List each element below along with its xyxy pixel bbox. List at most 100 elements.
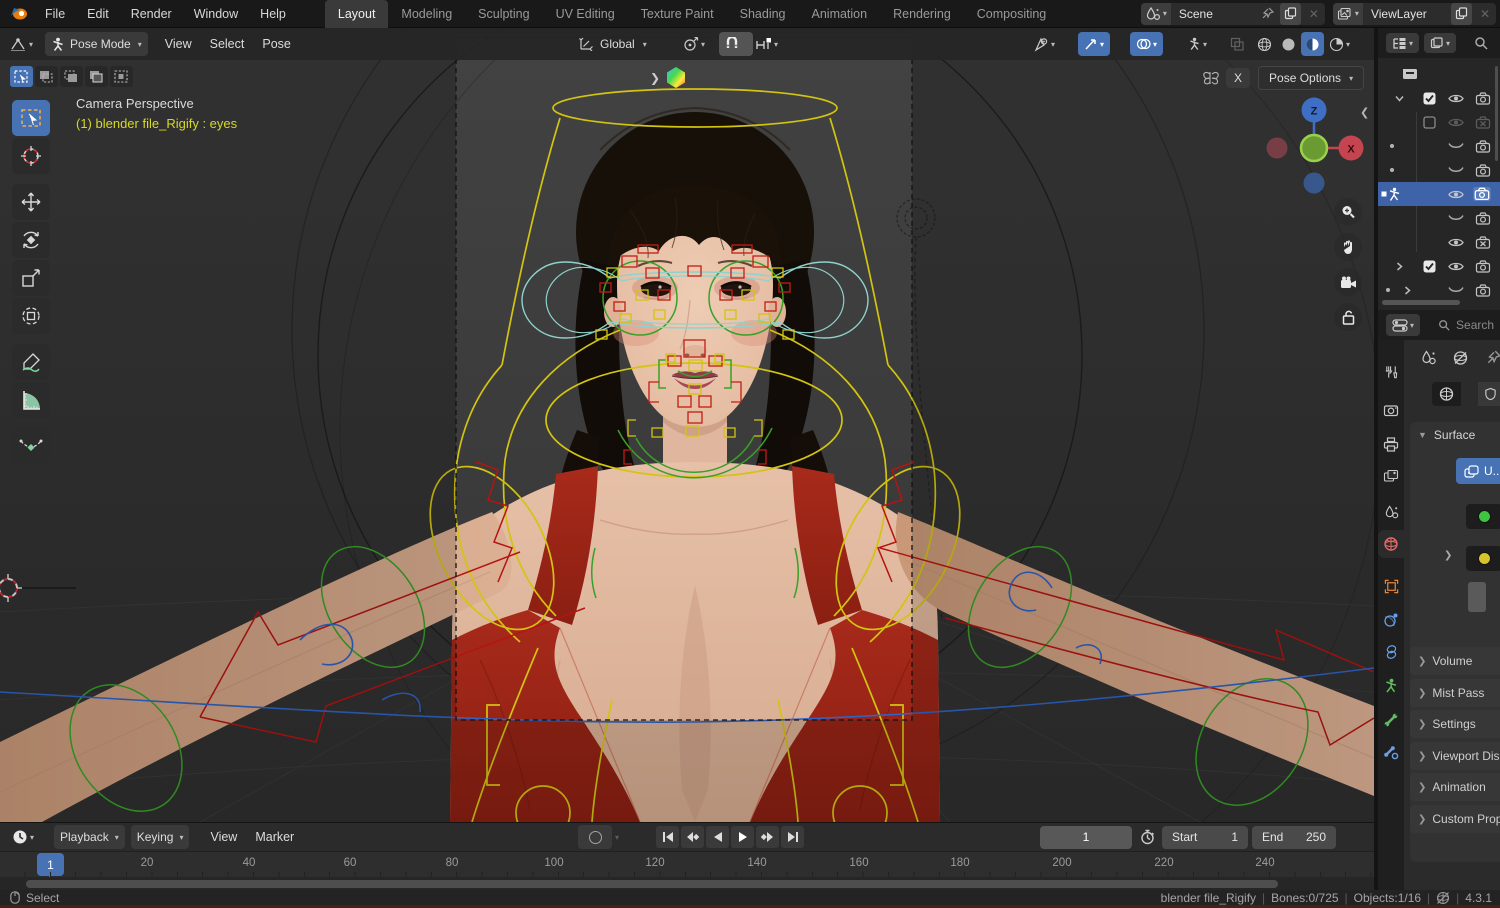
armature-icon[interactable] bbox=[1388, 186, 1401, 202]
chk-off-icon[interactable] bbox=[1423, 114, 1436, 130]
eye-icon[interactable] bbox=[1448, 186, 1464, 202]
chev-right-icon[interactable] bbox=[1402, 282, 1413, 298]
timeline-marker-menu[interactable]: Marker bbox=[246, 830, 303, 844]
toggle-xray[interactable] bbox=[1224, 32, 1251, 56]
snap-toggle[interactable] bbox=[719, 32, 753, 56]
outliner-row[interactable] bbox=[1378, 134, 1500, 158]
tab-bone-icon[interactable] bbox=[1378, 706, 1404, 734]
show-gizmos-toggle[interactable]: ▾ bbox=[1078, 32, 1111, 56]
tab-compositing[interactable]: Compositing bbox=[964, 0, 1059, 28]
cam-x-dim-icon[interactable] bbox=[1475, 114, 1491, 130]
menu-help[interactable]: Help bbox=[249, 7, 297, 21]
tab-physics-icon[interactable] bbox=[1378, 606, 1404, 634]
tab-layout[interactable]: Layout bbox=[324, 0, 389, 28]
eye-icon[interactable] bbox=[1448, 234, 1464, 250]
menu-window[interactable]: Window bbox=[183, 7, 249, 21]
shading-wireframe[interactable] bbox=[1253, 32, 1276, 56]
tool-measure[interactable] bbox=[12, 382, 50, 418]
pin-icon[interactable] bbox=[1257, 7, 1278, 20]
panel-animation[interactable]: ❯ Animation bbox=[1410, 773, 1500, 801]
unlink-scene-icon[interactable]: ✕ bbox=[1303, 7, 1325, 21]
tab-rendering[interactable]: Rendering bbox=[880, 0, 964, 28]
play-reverse-button[interactable] bbox=[706, 826, 729, 848]
sq-icon[interactable] bbox=[1381, 186, 1387, 202]
editor-type-icon[interactable]: ▾ bbox=[4, 32, 39, 56]
tool-settings-expand[interactable]: ❯ bbox=[650, 66, 687, 89]
strength-slider[interactable] bbox=[1468, 582, 1486, 612]
outliner-row[interactable] bbox=[1378, 110, 1500, 134]
cam-icon[interactable] bbox=[1475, 210, 1491, 226]
outliner-row[interactable] bbox=[1378, 62, 1500, 86]
navigation-gizmo[interactable]: Z X bbox=[1252, 85, 1374, 209]
outliner-search-icon[interactable] bbox=[1474, 36, 1488, 50]
keying-menu[interactable]: Keying ▾ bbox=[130, 825, 190, 849]
auto-key-toggle[interactable] bbox=[578, 825, 612, 849]
pose-menu[interactable]: Pose bbox=[253, 37, 300, 51]
menu-file[interactable]: File bbox=[34, 7, 76, 21]
zoom-button[interactable] bbox=[1334, 198, 1362, 226]
timeline-ruler[interactable]: 20 40 60 80 100 120 140 160 180 200 220 … bbox=[0, 851, 1374, 908]
tab-uv-editing[interactable]: UV Editing bbox=[543, 0, 628, 28]
tool-select-box[interactable] bbox=[12, 100, 50, 136]
select-intersect-icon[interactable] bbox=[110, 66, 133, 87]
dot-icon[interactable] bbox=[1389, 138, 1395, 154]
eye-icon[interactable] bbox=[1448, 90, 1464, 106]
color-socket[interactable] bbox=[1466, 546, 1500, 571]
tab-object-data-icon[interactable] bbox=[1378, 672, 1404, 700]
stopwatch-icon[interactable] bbox=[1140, 829, 1155, 845]
armature-xray-dropdown[interactable]: ▾ bbox=[1182, 32, 1213, 56]
viewlayer-name[interactable]: ViewLayer bbox=[1363, 7, 1449, 21]
jump-to-start-button[interactable] bbox=[656, 826, 679, 848]
scene-icon[interactable]: ▾ bbox=[1140, 2, 1171, 25]
camera-view-button[interactable] bbox=[1334, 268, 1362, 296]
tab-texture-paint[interactable]: Texture Paint bbox=[628, 0, 727, 28]
collection-icon[interactable] bbox=[1402, 66, 1418, 82]
outliner-row[interactable] bbox=[1378, 254, 1500, 278]
shading-material-preview[interactable] bbox=[1301, 32, 1324, 56]
surface-shader-socket[interactable] bbox=[1466, 504, 1500, 529]
eye-closed-icon[interactable] bbox=[1448, 138, 1464, 154]
jump-to-end-button[interactable] bbox=[781, 826, 804, 848]
surface-panel-header[interactable]: ▼ Surface bbox=[1410, 422, 1500, 448]
tool-rotate[interactable] bbox=[12, 222, 50, 258]
show-overlays-toggle[interactable]: ▾ bbox=[1130, 32, 1164, 56]
panel-viewport-display[interactable]: ❯Viewport Display bbox=[1410, 742, 1500, 770]
timeline-view-menu[interactable]: View bbox=[201, 830, 246, 844]
outliner-row-selected[interactable] bbox=[1378, 182, 1500, 206]
outliner-row[interactable] bbox=[1378, 86, 1500, 110]
cam-icon[interactable] bbox=[1475, 282, 1491, 298]
chk-on-icon[interactable] bbox=[1423, 258, 1436, 274]
blender-logo-icon[interactable] bbox=[0, 7, 34, 21]
start-frame-field[interactable]: Start 1 bbox=[1162, 825, 1248, 849]
dot-icon[interactable] bbox=[1389, 162, 1395, 178]
menu-edit[interactable]: Edit bbox=[76, 7, 120, 21]
outliner-display-mode-dropdown[interactable]: ▾ bbox=[1386, 33, 1420, 53]
tool-move[interactable] bbox=[12, 184, 50, 220]
select-set-icon[interactable] bbox=[10, 66, 33, 87]
mirror-x-toggle[interactable]: X bbox=[1226, 68, 1251, 88]
pan-button[interactable] bbox=[1334, 233, 1362, 261]
transform-orientation-dropdown[interactable]: Global ▾ bbox=[573, 32, 653, 56]
shading-rendered[interactable]: ▾ bbox=[1325, 32, 1354, 56]
timeline-editor-type-dropdown[interactable]: ▾ bbox=[6, 825, 40, 849]
object-visibility-dropdown[interactable]: ▾ bbox=[1028, 32, 1061, 56]
tab-animation[interactable]: Animation bbox=[799, 0, 881, 28]
tab-render-icon[interactable] bbox=[1378, 396, 1404, 424]
breadcrumb-world-icon[interactable] bbox=[1452, 350, 1469, 366]
tab-modeling[interactable]: Modeling bbox=[388, 0, 465, 28]
properties-editor-type-dropdown[interactable]: ▾ bbox=[1386, 314, 1421, 336]
eye-closed-icon[interactable] bbox=[1448, 162, 1464, 178]
tool-scale[interactable] bbox=[12, 260, 50, 296]
scene-name[interactable]: Scene bbox=[1171, 7, 1257, 21]
cam-x-icon[interactable] bbox=[1475, 234, 1491, 250]
tool-cursor[interactable] bbox=[12, 138, 50, 174]
select-menu[interactable]: Select bbox=[201, 37, 254, 51]
breadcrumb-scene-icon[interactable] bbox=[1420, 350, 1437, 366]
cam-icon[interactable] bbox=[1475, 138, 1491, 154]
tab-world-icon[interactable] bbox=[1378, 530, 1404, 558]
viewport-3d[interactable]: ▾ Pose Mode ▾ View Select Pose Global ▾ … bbox=[0, 28, 1374, 822]
tab-shading[interactable]: Shading bbox=[727, 0, 799, 28]
eye-closed-icon[interactable] bbox=[1448, 282, 1464, 298]
sidebar-toggle-arrow[interactable]: ❮ bbox=[1360, 106, 1369, 119]
cam-hl-icon[interactable] bbox=[1473, 186, 1491, 202]
